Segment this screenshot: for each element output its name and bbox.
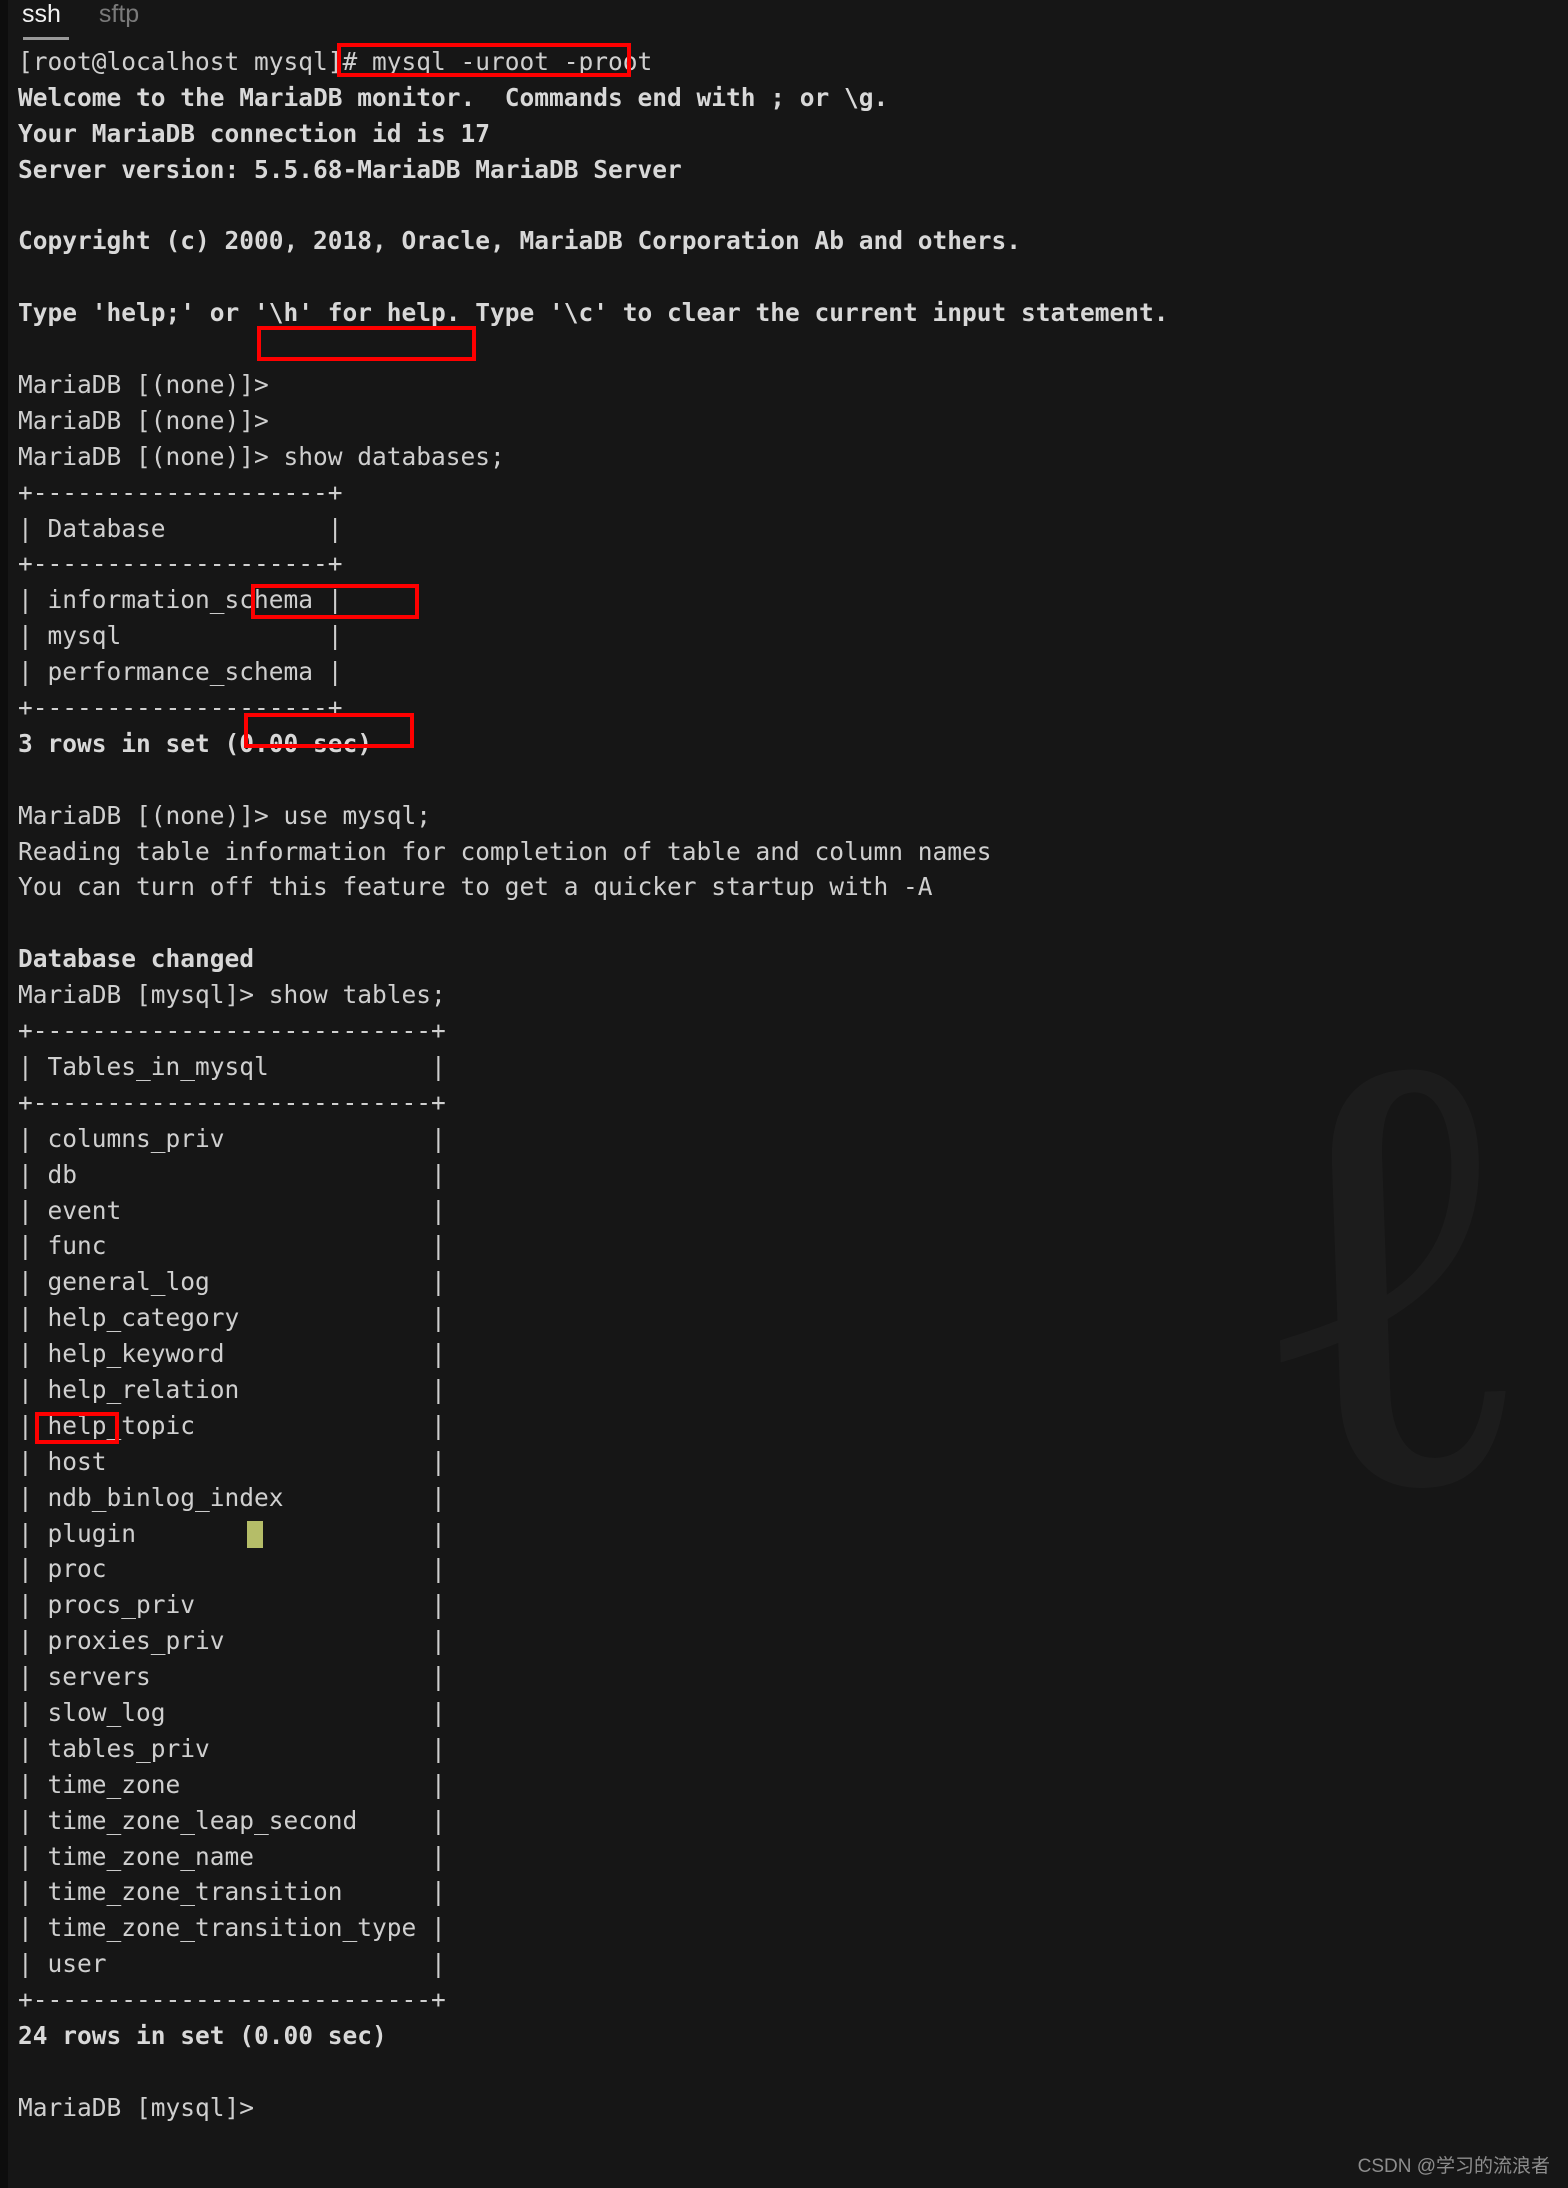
terminal-line: | help_keyword | <box>18 1339 446 1369</box>
terminal-line: +---------------------------+ <box>18 1985 446 2015</box>
terminal-line: Type 'help;' or '\h' for help. Type '\c'… <box>18 298 1169 328</box>
watermark-credit: CSDN @学习的流浪者 <box>1357 2156 1550 2177</box>
tab-sftp[interactable]: sftp <box>99 0 139 28</box>
terminal-line: | slow_log | <box>18 1697 446 1727</box>
terminal-line: | general_log | <box>18 1267 446 1297</box>
terminal-line: MariaDB [(none)]> show databases; <box>18 441 505 471</box>
terminal-line: +--------------------+ <box>18 549 343 579</box>
terminal-line: | time_zone_transition_type | <box>18 1913 446 1943</box>
terminal-line: | information_schema | <box>18 585 343 615</box>
tab-ssh[interactable]: ssh <box>22 0 69 40</box>
terminal-line: +---------------------------+ <box>18 1016 446 1046</box>
terminal-line: | help_relation | <box>18 1374 446 1404</box>
terminal-line: | time_zone | <box>18 1769 446 1799</box>
terminal-line: | help_topic | <box>18 1410 446 1440</box>
terminal-line: | servers | <box>18 1662 446 1692</box>
terminal-line: | columns_priv | <box>18 1123 446 1153</box>
terminal-output[interactable]: [root@localhost mysql]# mysql -uroot -pr… <box>0 44 1568 2126</box>
terminal-line: | time_zone_leap_second | <box>18 1805 446 1835</box>
terminal-line: | mysql | <box>18 621 343 651</box>
terminal-line: | help_category | <box>18 1303 446 1333</box>
text-cursor <box>247 1521 263 1548</box>
terminal-line: MariaDB [(none)]> <box>18 405 269 435</box>
terminal-line: +--------------------+ <box>18 693 343 723</box>
terminal-line: | proc | <box>18 1554 446 1584</box>
session-tab-bar: ssh sftp <box>0 0 1568 40</box>
terminal-line: MariaDB [mysql]> <box>18 2092 255 2122</box>
terminal-line: MariaDB [mysql]> show tables; <box>18 980 446 1010</box>
terminal-line: Copyright (c) 2000, 2018, Oracle, MariaD… <box>18 226 1022 256</box>
terminal-line: MariaDB [(none)]> <box>18 370 269 400</box>
terminal-line: Database changed <box>18 944 255 974</box>
terminal-line: | host | <box>18 1446 446 1476</box>
terminal-line: | func | <box>18 1231 446 1261</box>
terminal-window: ℓ ssh sftp [root@localhost mysql]# mysql… <box>0 0 1568 2188</box>
terminal-line: | procs_priv | <box>18 1590 446 1620</box>
terminal-line: Reading table information for completion… <box>18 836 992 866</box>
terminal-line: | db | <box>18 1159 446 1189</box>
terminal-line: Your MariaDB connection id is 17 <box>18 118 491 148</box>
terminal-line: +---------------------------+ <box>18 1087 446 1117</box>
terminal-line: | Database | <box>18 513 343 543</box>
terminal-line: | tables_priv | <box>18 1733 446 1763</box>
terminal-line: +--------------------+ <box>18 477 343 507</box>
terminal-line: | Tables_in_mysql | <box>18 1051 446 1081</box>
terminal-line: Server version: 5.5.68-MariaDB MariaDB S… <box>18 154 682 184</box>
terminal-line: Welcome to the MariaDB monitor. Commands… <box>18 82 889 112</box>
terminal-line: | time_zone_name | <box>18 1841 446 1871</box>
terminal-line: MariaDB [(none)]> use mysql; <box>18 800 432 830</box>
terminal-line: [root@localhost mysql]# mysql -uroot -pr… <box>18 47 653 76</box>
terminal-line: | user | <box>18 1949 446 1979</box>
terminal-line: 3 rows in set (0.00 sec) <box>18 728 373 758</box>
terminal-line: | event | <box>18 1195 446 1225</box>
terminal-line: | ndb_binlog_index | <box>18 1482 446 1512</box>
terminal-line: | proxies_priv | <box>18 1626 446 1656</box>
terminal-line: 24 rows in set (0.00 sec) <box>18 2020 387 2050</box>
terminal-line: You can turn off this feature to get a q… <box>18 872 933 902</box>
terminal-line: | performance_schema | <box>18 657 343 687</box>
terminal-line: | time_zone_transition | <box>18 1877 446 1907</box>
